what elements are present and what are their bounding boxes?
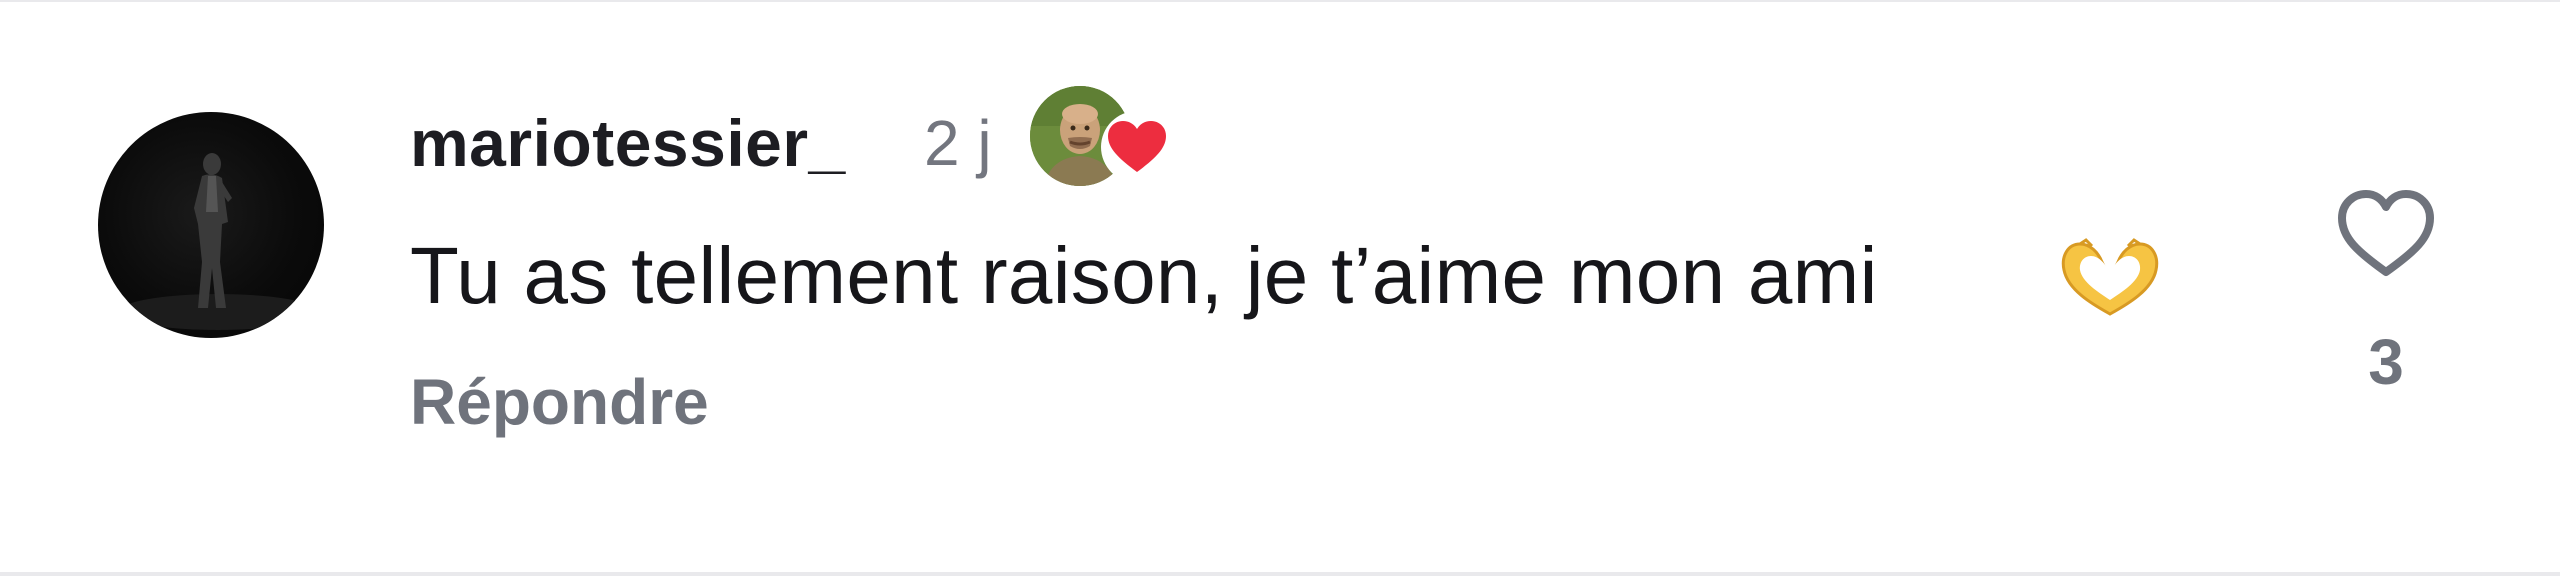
like-count: 3 (2368, 326, 2404, 398)
comment-row: mariotessier_ 2 j Tu as tellement raison… (0, 0, 2560, 576)
reply-button[interactable]: Répondre (410, 362, 709, 442)
avatar-image (118, 153, 318, 330)
user-avatar[interactable] (98, 112, 324, 338)
comment-text: Tu as tellement raison, je t’aime mon am… (410, 231, 1878, 320)
heart-hands-emoji-icon (2061, 238, 2159, 316)
like-heart-icon[interactable] (2336, 186, 2436, 282)
comment-timestamp: 2 j (924, 107, 992, 179)
heart-icon (1101, 111, 1173, 183)
comment-username[interactable]: mariotessier_ (410, 98, 846, 188)
author-liked-badge (1030, 86, 1173, 196)
